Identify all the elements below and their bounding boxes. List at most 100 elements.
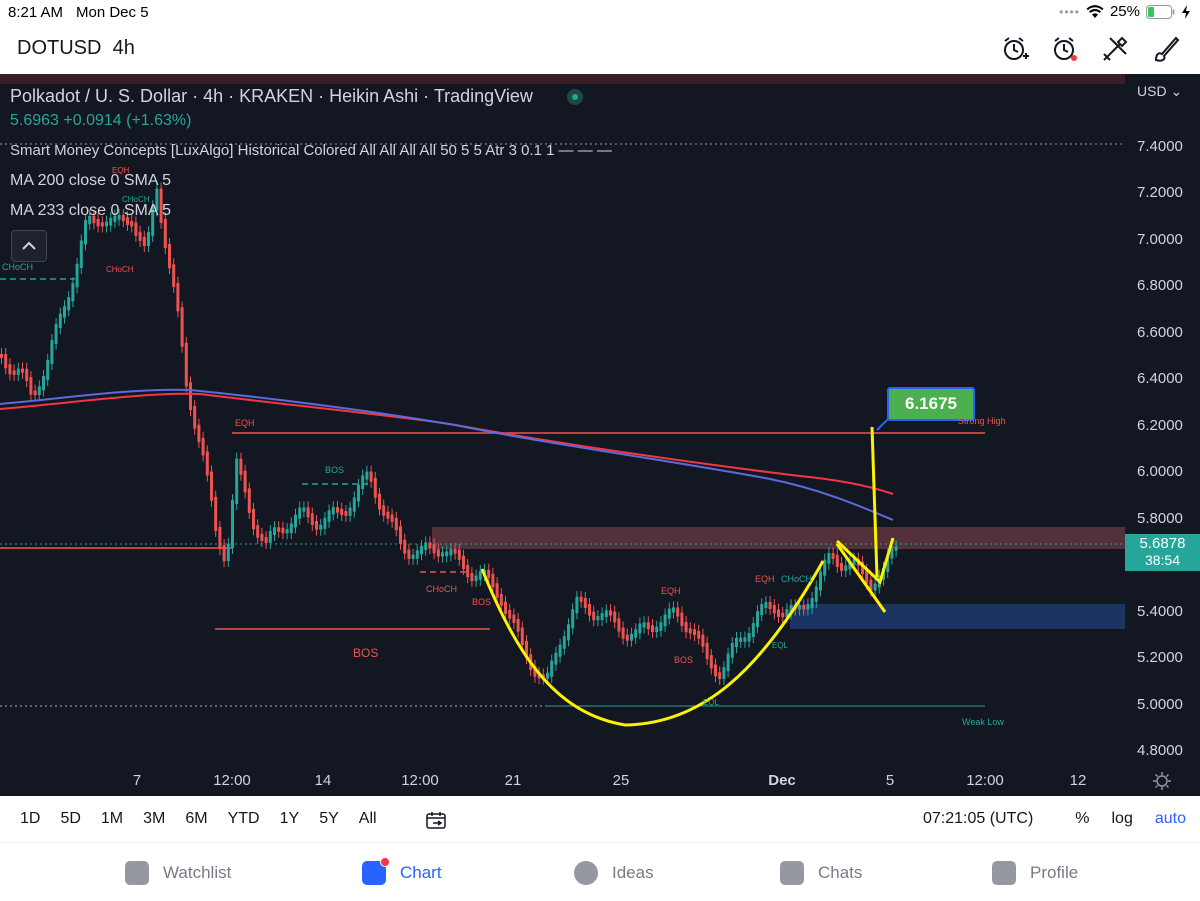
status-right: •••• 25%: [1059, 3, 1190, 20]
indicator-ma200[interactable]: MA 200 close 0 SMA 5: [10, 172, 171, 190]
range-1y[interactable]: 1Y: [280, 810, 300, 830]
nav-ideas-label: Ideas: [612, 863, 654, 882]
candle-body: [411, 554, 415, 559]
utc-clock[interactable]: 07:21:05 (UTC): [923, 810, 1033, 828]
candle-body: [71, 283, 75, 302]
indicator-ma233[interactable]: MA 233 close 0 SMA 5: [10, 202, 171, 220]
candle-body: [4, 354, 8, 369]
candle-body: [894, 546, 898, 551]
candle-body: [214, 496, 218, 531]
time-axis[interactable]: 7 12:00 14 12:00 21 25 Dec 5 12:00 12: [133, 772, 1087, 789]
settings-gear-icon[interactable]: [1152, 771, 1172, 791]
candle-body: [495, 583, 499, 598]
eqh-label-4: EQH: [755, 574, 775, 584]
candle-body: [373, 477, 377, 498]
candle-body: [289, 523, 293, 534]
range-5y[interactable]: 5Y: [319, 810, 339, 830]
candle-body: [441, 552, 444, 557]
collapse-legend-button[interactable]: [11, 230, 47, 262]
candle-body: [0, 354, 3, 358]
candle-body: [361, 475, 365, 489]
demand-zone: [790, 604, 1125, 629]
range-1d[interactable]: 1D: [20, 810, 40, 830]
candle-body: [231, 499, 234, 548]
candle-body: [273, 527, 276, 536]
range-ytd[interactable]: YTD: [228, 810, 260, 830]
percent-toggle[interactable]: %: [1075, 810, 1089, 828]
range-6m[interactable]: 6M: [185, 810, 207, 830]
chart-area[interactable]: 7.4000 7.2000 7.0000 6.8000 6.6000 6.4000 6.20…: [0, 74, 1200, 796]
candle-body: [336, 507, 339, 513]
candle-body: [592, 611, 596, 621]
candle-body: [806, 604, 810, 610]
add-alert-icon[interactable]: [1000, 34, 1030, 64]
candle-body: [688, 628, 692, 634]
candle-body: [651, 625, 654, 633]
interval-label[interactable]: 4h: [113, 37, 135, 59]
candle-body: [218, 526, 222, 550]
candle-body: [604, 610, 608, 618]
nav-watchlist[interactable]: Watchlist: [125, 861, 231, 885]
bos-label-1: BOS: [325, 465, 345, 475]
candle-body: [205, 451, 209, 476]
nav-profile[interactable]: Profile: [992, 861, 1078, 885]
candle-body: [630, 633, 633, 641]
candle-body: [180, 307, 184, 347]
candle-body: [201, 437, 205, 456]
candle-body: [390, 514, 394, 522]
candle-body: [751, 623, 755, 638]
candle-body: [130, 220, 134, 227]
nav-chats[interactable]: Chats: [780, 861, 862, 885]
currency-label[interactable]: USD ⌄: [1137, 83, 1182, 100]
candle-body: [184, 342, 188, 387]
symbol-interval[interactable]: DOTUSD 4h: [17, 37, 135, 60]
candle-body: [844, 565, 848, 571]
candle-body: [634, 629, 638, 638]
goto-date-icon[interactable]: [425, 810, 447, 830]
chat-bubble-icon: [780, 861, 804, 885]
range-5d[interactable]: 5D: [60, 810, 80, 830]
candle-body: [596, 616, 600, 621]
indicator-smc[interactable]: Smart Money Concepts [LuxAlgo] Historica…: [10, 142, 612, 159]
range-bar: 1D 5D 1M 3M 6M YTD 1Y 5Y All 07:21:05 (U…: [0, 796, 1200, 842]
nav-watchlist-label: Watchlist: [163, 863, 232, 882]
candle-body: [747, 633, 751, 642]
candle-body: [134, 222, 138, 236]
candle-body: [323, 517, 327, 529]
candle-body: [777, 609, 780, 617]
candle-body: [378, 493, 381, 510]
candle-body: [730, 643, 734, 658]
alerts-icon[interactable]: [1050, 34, 1080, 64]
candle-body: [348, 507, 352, 516]
candle-body: [37, 386, 41, 396]
candle-body: [50, 339, 54, 364]
candle-body: [562, 636, 566, 649]
candle-body: [756, 611, 759, 628]
tools-icon[interactable]: [1100, 34, 1130, 64]
candle-body: [453, 549, 457, 554]
candle-body: [33, 390, 37, 396]
auto-toggle[interactable]: auto: [1155, 810, 1186, 828]
range-1m[interactable]: 1M: [101, 810, 123, 830]
candle-body: [600, 613, 604, 621]
candle-body: [302, 507, 306, 512]
price-chart[interactable]: 7.4000 7.2000 7.0000 6.8000 6.6000 6.4000 6.20…: [0, 74, 1200, 796]
nav-ideas[interactable]: Ideas: [574, 861, 654, 885]
candle-body: [567, 624, 570, 641]
range-3m[interactable]: 3M: [143, 810, 165, 830]
candle-body: [583, 597, 587, 608]
nav-chart[interactable]: Chart: [362, 857, 442, 885]
symbol-legend-title[interactable]: Polkadot / U. S. Dollar · 4h · KRAKEN · …: [10, 86, 533, 107]
candle-body: [550, 660, 554, 677]
symbol-name[interactable]: DOTUSD: [17, 37, 101, 59]
candle-body: [512, 614, 516, 623]
smiley-icon: [992, 861, 1016, 885]
candle-body: [63, 306, 66, 318]
time-tick-label: 12:00: [213, 772, 251, 789]
drawing-brush-icon[interactable]: [1150, 34, 1180, 64]
wifi-icon: [1086, 4, 1104, 18]
time-tick-label: 12: [1070, 772, 1087, 789]
status-date: Mon Dec 5: [76, 4, 149, 21]
log-toggle[interactable]: log: [1112, 810, 1133, 828]
range-all[interactable]: All: [359, 810, 377, 830]
